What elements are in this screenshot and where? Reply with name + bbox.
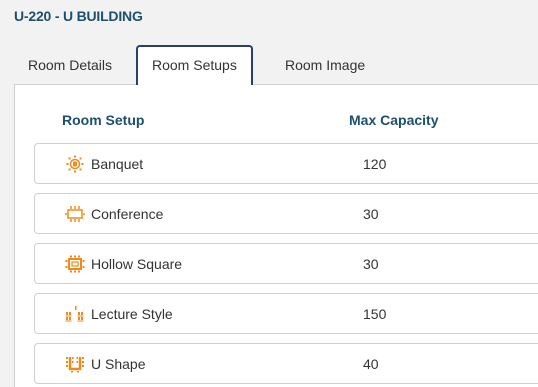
column-header-max-capacity: Max Capacity [349, 112, 439, 128]
table-row[interactable]: Banquet 120 [34, 143, 538, 184]
room-setup-name: Lecture Style [91, 306, 173, 322]
lecture-style-icon [65, 306, 84, 322]
room-setup-name: Hollow Square [91, 256, 183, 272]
room-setup-name: Conference [91, 206, 164, 222]
table-row[interactable]: U Shape 40 [34, 343, 538, 384]
max-capacity-value: 30 [363, 206, 379, 222]
room-setup-name: Banquet [91, 156, 144, 172]
table-row[interactable]: Lecture Style 150 [34, 293, 538, 334]
max-capacity-value: 120 [363, 156, 387, 172]
table-row[interactable]: Hollow Square 30 [34, 243, 538, 284]
banquet-icon [66, 155, 84, 173]
max-capacity-value: 150 [363, 306, 387, 322]
table-row[interactable]: Conference 30 [34, 193, 538, 234]
hollow-square-icon [65, 255, 85, 273]
max-capacity-value: 30 [363, 256, 379, 272]
room-setups-panel [14, 84, 538, 387]
tab-room-image[interactable]: Room Image [271, 45, 379, 85]
tab-bar: Room Details Room Setups Room Image [14, 45, 538, 85]
tab-room-details[interactable]: Room Details [14, 45, 126, 85]
conference-icon [65, 206, 85, 222]
column-header-room-setup: Room Setup [62, 112, 145, 128]
page-title: U-220 - U BUILDING [14, 8, 143, 24]
room-setup-name: U Shape [91, 356, 146, 372]
u-shape-icon [66, 357, 84, 373]
tab-room-setups[interactable]: Room Setups [136, 45, 253, 85]
max-capacity-value: 40 [363, 356, 379, 372]
